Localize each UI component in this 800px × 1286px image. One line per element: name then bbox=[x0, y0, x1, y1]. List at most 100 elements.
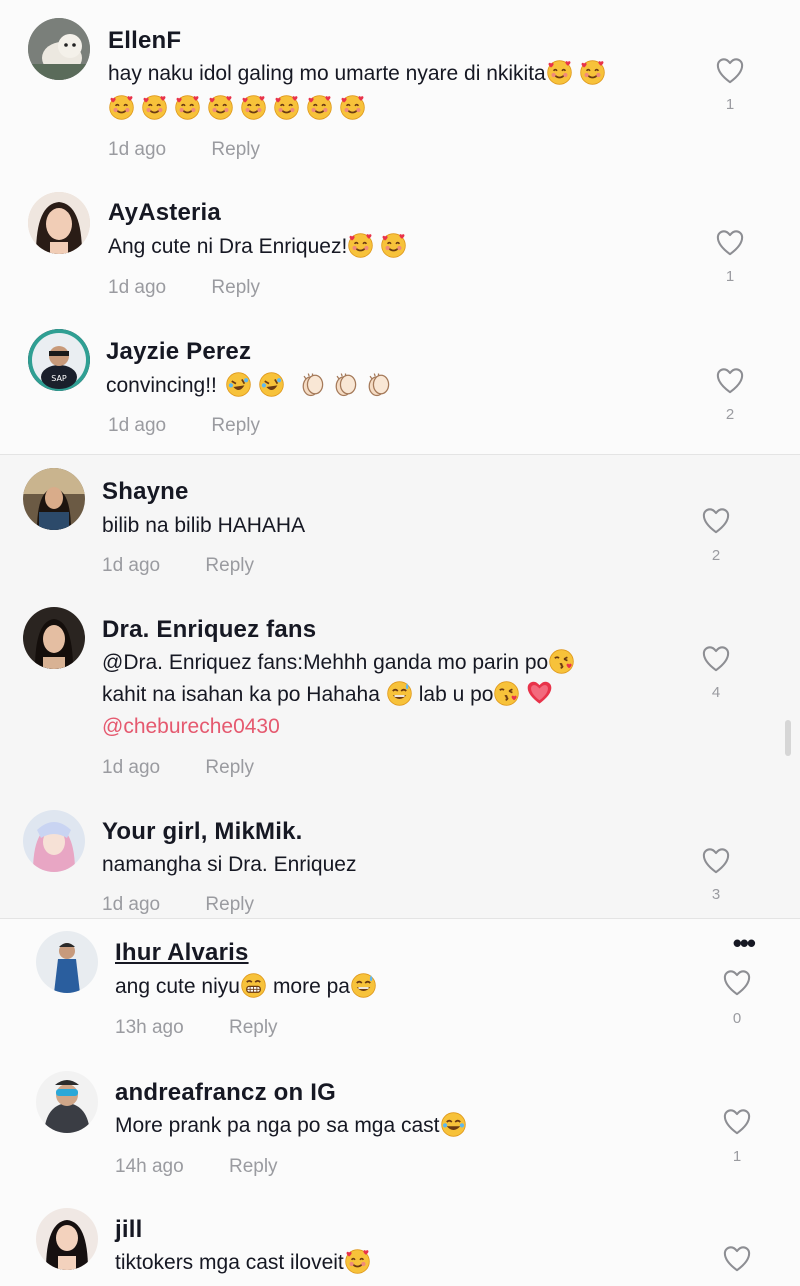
heart-icon[interactable] bbox=[701, 507, 731, 535]
comment-meta: 1d ago Reply bbox=[108, 277, 260, 299]
emoji-row bbox=[108, 93, 372, 124]
comment-meta: 1d ago Reply bbox=[108, 139, 260, 161]
rolling-on-floor-laughing-icon bbox=[258, 371, 285, 398]
comment-item: andreafrancz on IG More prank pa nga po … bbox=[0, 1059, 800, 1199]
comment-text-body: namangha si Dra. Enriquez bbox=[102, 853, 357, 876]
smiling-face-with-hearts-icon bbox=[108, 94, 135, 121]
username[interactable]: jill bbox=[115, 1216, 142, 1244]
face-with-tears-of-joy-icon bbox=[440, 1111, 467, 1138]
face-blowing-kiss-icon bbox=[548, 648, 575, 675]
reply-button[interactable]: Reply bbox=[229, 1017, 278, 1039]
smiling-face-with-hearts-icon bbox=[347, 232, 374, 259]
comment-text-body: tiktokers mga cast iloveit bbox=[115, 1251, 344, 1274]
smiling-face-with-hearts-icon bbox=[344, 1248, 371, 1275]
smiling-face-with-hearts-icon bbox=[207, 94, 234, 121]
comment-item: SAP Jayzie Perez convincing!! 1d ago Rep… bbox=[0, 315, 800, 455]
timestamp: 1d ago bbox=[108, 415, 167, 436]
username[interactable]: Your girl, MikMik. bbox=[102, 818, 303, 846]
avatar[interactable] bbox=[28, 18, 90, 80]
comment-text: convincing!! bbox=[106, 370, 666, 401]
like-count: 3 bbox=[711, 886, 721, 903]
username[interactable]: andreafrancz on IG bbox=[115, 1079, 336, 1107]
comment-text: hay naku idol galing mo umarte nyare di … bbox=[108, 58, 668, 124]
scrollbar[interactable] bbox=[785, 720, 791, 756]
comment-meta: 1d ago Reply bbox=[102, 894, 254, 916]
comment-text-body-3: lab u po bbox=[418, 683, 494, 706]
comment-text: ang cute niyu more pa bbox=[115, 971, 675, 1002]
avatar[interactable] bbox=[28, 192, 90, 254]
comment-text-body: Ang cute ni Dra Enriquez! bbox=[108, 235, 348, 258]
avatar[interactable] bbox=[36, 1208, 98, 1270]
heart-icon[interactable] bbox=[701, 847, 731, 875]
avatar[interactable]: SAP bbox=[28, 329, 90, 391]
grinning-sweat-icon bbox=[386, 680, 413, 707]
comment-item: Your girl, MikMik. namangha si Dra. Enri… bbox=[0, 798, 800, 918]
avatar[interactable] bbox=[23, 607, 85, 669]
comment-text-body-2: more pa bbox=[272, 975, 350, 998]
clapping-hands-icon bbox=[332, 371, 359, 398]
grimacing-face-icon bbox=[240, 972, 267, 999]
like-count: 0 bbox=[732, 1010, 742, 1027]
mention-link[interactable]: @chebureche0430 bbox=[102, 711, 662, 743]
comment-text-body: @Dra. Enriquez fans:Mehhh ganda mo parin… bbox=[102, 651, 549, 674]
heart-icon[interactable] bbox=[715, 57, 745, 85]
timestamp: 13h ago bbox=[115, 1017, 184, 1038]
timestamp: 1d ago bbox=[108, 139, 167, 160]
like-count: 2 bbox=[711, 547, 721, 564]
timestamp: 14h ago bbox=[115, 1156, 184, 1177]
comment-item: Dra. Enriquez fans @Dra. Enriquez fans:M… bbox=[0, 595, 800, 798]
timestamp: 1d ago bbox=[102, 555, 161, 576]
comment-meta: 1d ago Reply bbox=[108, 415, 260, 437]
reply-button[interactable]: Reply bbox=[211, 277, 260, 299]
reply-button[interactable]: Reply bbox=[211, 139, 260, 161]
clapping-hands-icon bbox=[365, 371, 392, 398]
comment-text-body-2: kahit na isahan ka po Hahaha bbox=[102, 683, 380, 706]
comment-text: Ang cute ni Dra Enriquez! bbox=[108, 231, 668, 262]
reply-button[interactable]: Reply bbox=[205, 555, 254, 577]
comment-text-body: More prank pa nga po sa mga cast bbox=[115, 1114, 440, 1137]
username[interactable]: Jayzie Perez bbox=[106, 338, 251, 366]
svg-text:SAP: SAP bbox=[51, 374, 67, 383]
heart-icon[interactable] bbox=[701, 645, 731, 673]
username[interactable]: AyAsteria bbox=[108, 199, 221, 227]
smiling-face-with-hearts-icon bbox=[174, 94, 201, 121]
username[interactable]: Dra. Enriquez fans bbox=[102, 616, 316, 644]
reply-button[interactable]: Reply bbox=[211, 415, 260, 437]
heart-icon[interactable] bbox=[722, 969, 752, 997]
smiling-face-with-hearts-icon bbox=[273, 94, 300, 121]
comment-meta: 14h ago Reply bbox=[115, 1156, 278, 1178]
smiling-face-with-hearts-icon bbox=[306, 94, 333, 121]
comment-text-body: ang cute niyu bbox=[115, 975, 240, 998]
comment-item: AyAsteria Ang cute ni Dra Enriquez! 1d a… bbox=[0, 175, 800, 315]
comment-item: Shayne bilib na bilib HAHAHA 1d ago Repl… bbox=[0, 455, 800, 595]
reply-button[interactable]: Reply bbox=[205, 757, 254, 779]
reply-button[interactable]: Reply bbox=[205, 894, 254, 916]
heart-icon[interactable] bbox=[715, 229, 745, 257]
heart-icon[interactable] bbox=[715, 367, 745, 395]
clapping-hands-icon bbox=[299, 371, 326, 398]
comment-text: bilib na bilib HAHAHA bbox=[102, 510, 662, 541]
username[interactable]: Ihur Alvaris bbox=[115, 939, 249, 967]
comment-meta: 13h ago Reply bbox=[115, 1017, 278, 1039]
avatar[interactable] bbox=[23, 468, 85, 530]
like-count: 4 bbox=[711, 684, 721, 701]
avatar[interactable] bbox=[36, 931, 98, 993]
smiling-face-with-hearts-icon bbox=[380, 232, 407, 259]
like-count: 1 bbox=[732, 1148, 742, 1165]
comment-meta: 1d ago Reply bbox=[102, 555, 254, 577]
heart-icon[interactable] bbox=[722, 1245, 752, 1273]
comment-text-body: hay naku idol galing mo umarte nyare di … bbox=[108, 62, 546, 85]
reply-button[interactable]: Reply bbox=[229, 1156, 278, 1178]
smiling-face-with-hearts-icon bbox=[546, 59, 573, 86]
avatar[interactable] bbox=[36, 1071, 98, 1133]
comment-text-body: bilib na bilib HAHAHA bbox=[102, 514, 306, 537]
username[interactable]: Shayne bbox=[102, 478, 189, 506]
heart-icon[interactable] bbox=[722, 1108, 752, 1136]
comment-text: More prank pa nga po sa mga cast bbox=[115, 1110, 675, 1141]
more-options-icon[interactable]: ••• bbox=[733, 930, 756, 956]
username[interactable]: EllenF bbox=[108, 27, 181, 55]
comment-text: @Dra. Enriquez fans:Mehhh ganda mo parin… bbox=[102, 647, 662, 743]
face-blowing-kiss-icon bbox=[493, 680, 520, 707]
avatar[interactable] bbox=[23, 810, 85, 872]
smiling-face-with-hearts-icon bbox=[339, 94, 366, 121]
